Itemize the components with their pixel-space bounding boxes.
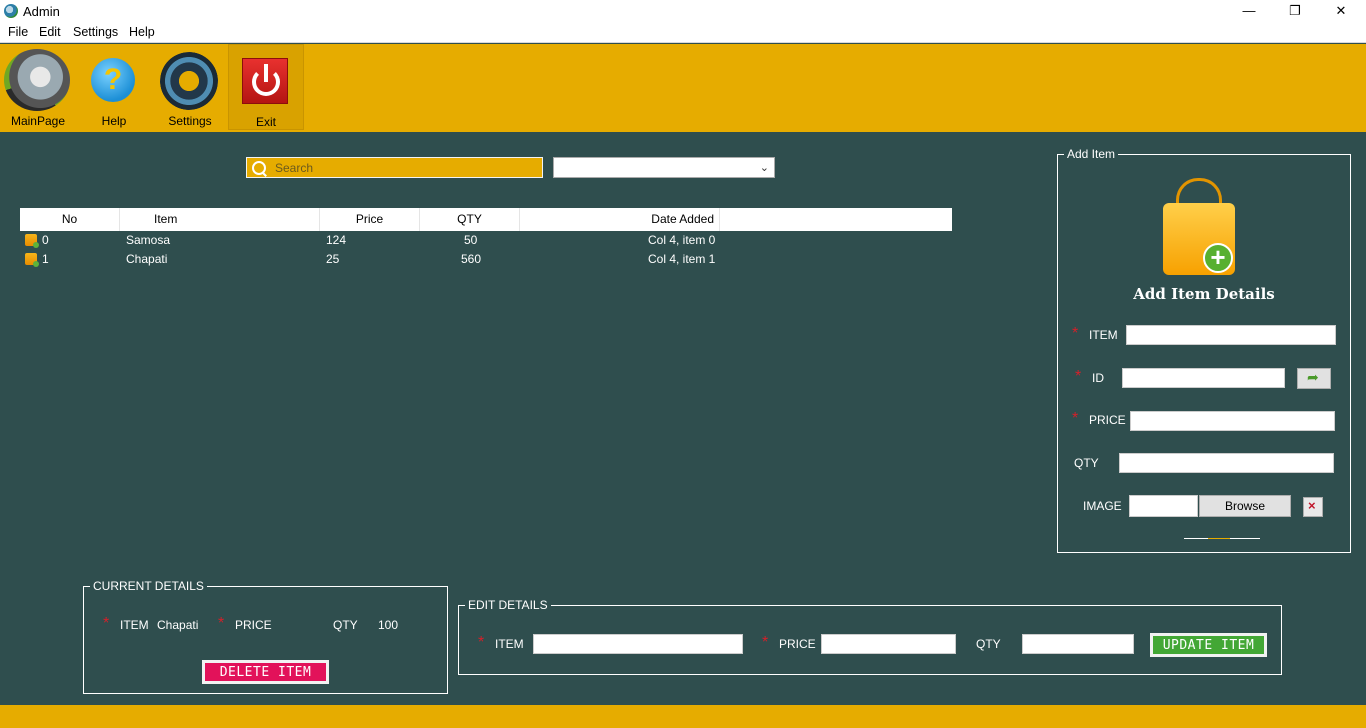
current-price-label: PRICE [235, 618, 272, 632]
close-button[interactable]: ✕ [1318, 0, 1364, 22]
settings-button[interactable]: Settings [152, 44, 228, 130]
delete-item-button[interactable]: DELETE ITEM [202, 660, 329, 684]
gear-icon [160, 52, 218, 110]
app-icon [4, 4, 18, 18]
cell-date: Col 4, item 0 [648, 233, 716, 247]
title-bar: Admin — ❐ ✕ [0, 0, 1366, 22]
required-marker: * [478, 634, 485, 651]
cell-date: Col 4, item 1 [648, 252, 716, 266]
cell-qty: 560 [461, 252, 482, 266]
question-icon: ? [91, 58, 135, 102]
list-header: No Item Price QTY Date Added [20, 208, 952, 231]
price-label: PRICE [1089, 413, 1126, 427]
maximize-button[interactable]: ❐ [1272, 0, 1318, 22]
menu-file[interactable]: File [8, 25, 28, 39]
cell-qty: 50 [464, 233, 478, 247]
cell-item: Chapati [126, 252, 168, 266]
edit-details-panel: EDIT DETAILS * ITEM * PRICE QTY UPDATE I… [458, 598, 1282, 675]
edit-price-label: PRICE [779, 637, 816, 651]
search-input[interactable] [275, 159, 537, 176]
menu-edit[interactable]: Edit [39, 25, 61, 39]
cell-price: 124 [326, 233, 347, 247]
minimize-button[interactable]: — [1226, 0, 1272, 22]
current-item-value: Chapati [157, 618, 199, 632]
column-header-no[interactable]: No [20, 208, 120, 231]
id-label: ID [1092, 371, 1104, 385]
browse-button[interactable]: Browse [1199, 495, 1291, 517]
items-list: No Item Price QTY Date Added 0 Samosa 12… [20, 208, 952, 269]
current-details-legend: CURRENT DETAILS [90, 579, 207, 593]
required-marker: * [218, 615, 225, 632]
edit-price-field[interactable] [821, 634, 956, 654]
search-icon [251, 160, 267, 176]
exit-label: Exit [255, 115, 276, 129]
item-field[interactable] [1126, 325, 1336, 345]
generate-id-button[interactable] [1297, 368, 1331, 389]
qty-label: QTY [1074, 456, 1099, 470]
required-marker: * [1075, 368, 1082, 385]
divider [1184, 538, 1260, 539]
mainpage-button[interactable]: MainPage [0, 44, 76, 130]
exit-button[interactable]: Exit [228, 44, 304, 130]
edit-item-field[interactable] [533, 634, 743, 654]
settings-label: Settings [168, 114, 212, 128]
clear-image-button[interactable] [1303, 497, 1323, 517]
edit-item-label: ITEM [495, 637, 524, 651]
search-box [246, 157, 543, 178]
help-label: Help [101, 114, 127, 128]
add-item-title: Add Item Details [1133, 285, 1275, 303]
help-button[interactable]: ? Help [76, 44, 152, 130]
cell-item: Samosa [126, 233, 171, 247]
chevron-down-icon: ⌄ [759, 162, 769, 174]
price-field[interactable] [1130, 411, 1335, 431]
item-label: ITEM [1089, 328, 1118, 342]
update-item-button[interactable]: UPDATE ITEM [1150, 633, 1267, 657]
edit-qty-field[interactable] [1022, 634, 1134, 654]
required-marker: * [103, 615, 110, 632]
window-title: Admin [23, 4, 60, 19]
list-item[interactable]: 0 Samosa 124 50 Col 4, item 0 [20, 231, 952, 250]
column-header-qty[interactable]: QTY [420, 208, 520, 231]
edit-details-legend: EDIT DETAILS [465, 598, 551, 612]
cell-no: 1 [42, 252, 49, 266]
toolbar: MainPage ? Help Settings Exit [0, 44, 1366, 132]
column-header-date[interactable]: Date Added [520, 208, 720, 231]
add-item-legend: Add Item [1064, 147, 1119, 161]
add-item-panel: Add Item + Add Item Details * ITEM * ID … [1057, 147, 1351, 553]
item-icon [25, 253, 39, 267]
required-marker: * [762, 634, 769, 651]
globe-icon [4, 49, 70, 111]
column-header-item[interactable]: Item [120, 208, 320, 231]
mainpage-label: MainPage [10, 114, 66, 128]
column-header-price[interactable]: Price [320, 208, 420, 231]
image-path-field[interactable] [1129, 495, 1198, 517]
qty-field[interactable] [1119, 453, 1334, 473]
current-qty-value: 100 [378, 618, 399, 632]
power-icon [242, 58, 288, 104]
required-marker: * [1072, 325, 1079, 342]
cell-price: 25 [326, 252, 340, 266]
item-icon [25, 234, 39, 248]
menu-settings[interactable]: Settings [73, 25, 118, 39]
current-details-panel: CURRENT DETAILS * ITEM Chapati * PRICE Q… [83, 579, 448, 694]
plus-icon: + [1203, 243, 1233, 273]
filter-dropdown[interactable]: ⌄ [553, 157, 775, 178]
image-label: IMAGE [1083, 499, 1122, 513]
edit-qty-label: QTY [976, 637, 1001, 651]
menu-help[interactable]: Help [129, 25, 155, 39]
id-field[interactable] [1122, 368, 1285, 388]
required-marker: * [1072, 410, 1079, 427]
current-qty-label: QTY [333, 618, 358, 632]
cell-no: 0 [42, 233, 49, 247]
list-item[interactable]: 1 Chapati 25 560 Col 4, item 1 [20, 250, 952, 269]
current-item-label: ITEM [120, 618, 149, 632]
status-bar [0, 705, 1366, 728]
menu-bar: File Edit Settings Help [0, 22, 1366, 43]
